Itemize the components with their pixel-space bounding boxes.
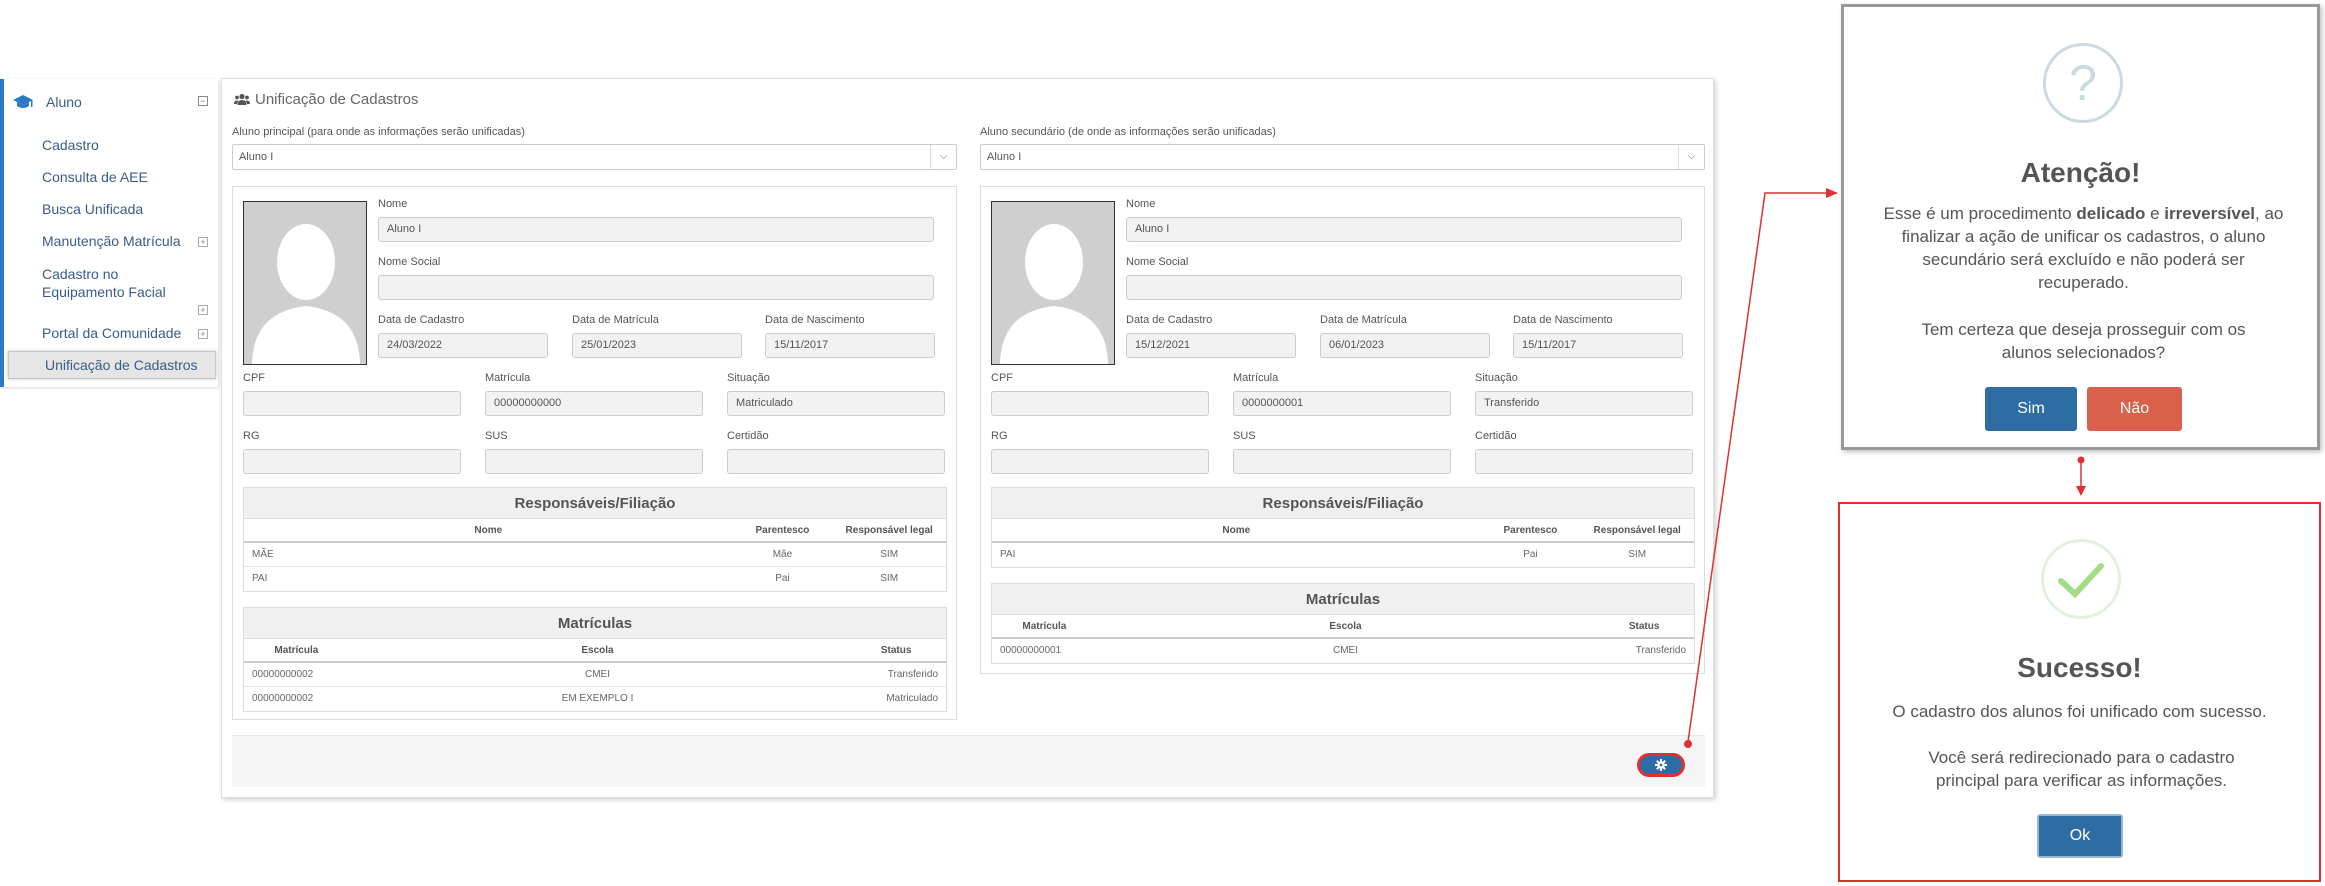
dialog-title: Sucesso! [2017,652,2142,683]
message-bold: irreversível [2164,204,2256,223]
dialog-title: Atenção! [2020,157,2141,188]
checkmark-icon [2041,539,2121,619]
confirm-dialog: ? Atenção! Esse é um procedimento delica… [1841,4,2320,450]
yes-button[interactable]: Sim [1985,387,2077,431]
dialog-message: O cadastro dos alunos foi unificado com … [1892,702,2267,721]
success-dialog: Sucesso! O cadastro dos alunos foi unifi… [1838,502,2321,882]
question-icon: ? [2043,43,2123,123]
ok-button[interactable]: Ok [2037,814,2123,858]
dialog-message-redirect: Você será redirecionado para o cadastro … [1928,748,2235,790]
message-bold: delicado [2076,204,2146,223]
message-text: e [2150,204,2160,223]
no-button[interactable]: Não [2087,387,2182,431]
dialog-question: Tem certeza que deseja prosseguir com os… [1921,320,2246,362]
message-text: Esse é um procedimento [1883,204,2072,223]
dialog-message: Esse é um procedimento delicado e irreve… [1882,202,2285,294]
